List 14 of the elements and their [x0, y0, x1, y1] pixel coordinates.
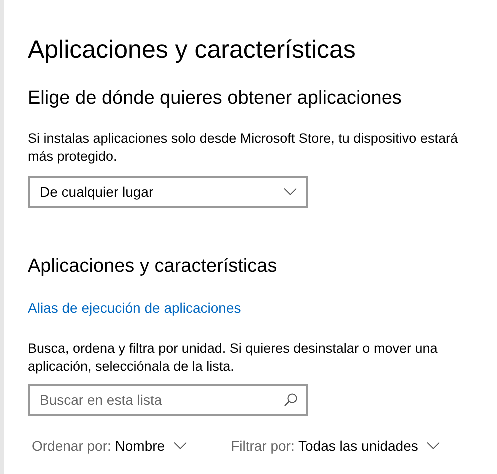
chevron-down-icon: [427, 442, 440, 450]
section-heading: Elige de dónde quieres obtener aplicaciones: [28, 87, 403, 111]
page-title: Aplicaciones y características: [28, 35, 357, 66]
chevron-down-icon: [174, 442, 188, 450]
filter-dropdown[interactable]: Ordenar por: Nombre: [32, 438, 188, 454]
section-heading: Aplicaciones y características: [28, 255, 278, 279]
chevron-down-icon: [284, 188, 297, 196]
filter-dropdown[interactable]: Filtrar por: Todas las unidades: [231, 438, 440, 454]
dropdown[interactable]: De cualquier lugar: [28, 176, 308, 208]
search-icon: [284, 393, 298, 407]
description-text: Si instalas aplicaciones solo desde Microsoft Store, tu dispositivo estará más protegido.: [28, 130, 459, 166]
description-text: Busca, ordena y filtra por unidad. Si quieres desinstalar o mover una aplicación, selecciónala de la lista.: [28, 340, 439, 376]
search-field[interactable]: Buscar en esta lista: [28, 384, 308, 416]
link[interactable]: Alias de ejecución de aplicaciones: [28, 300, 242, 316]
